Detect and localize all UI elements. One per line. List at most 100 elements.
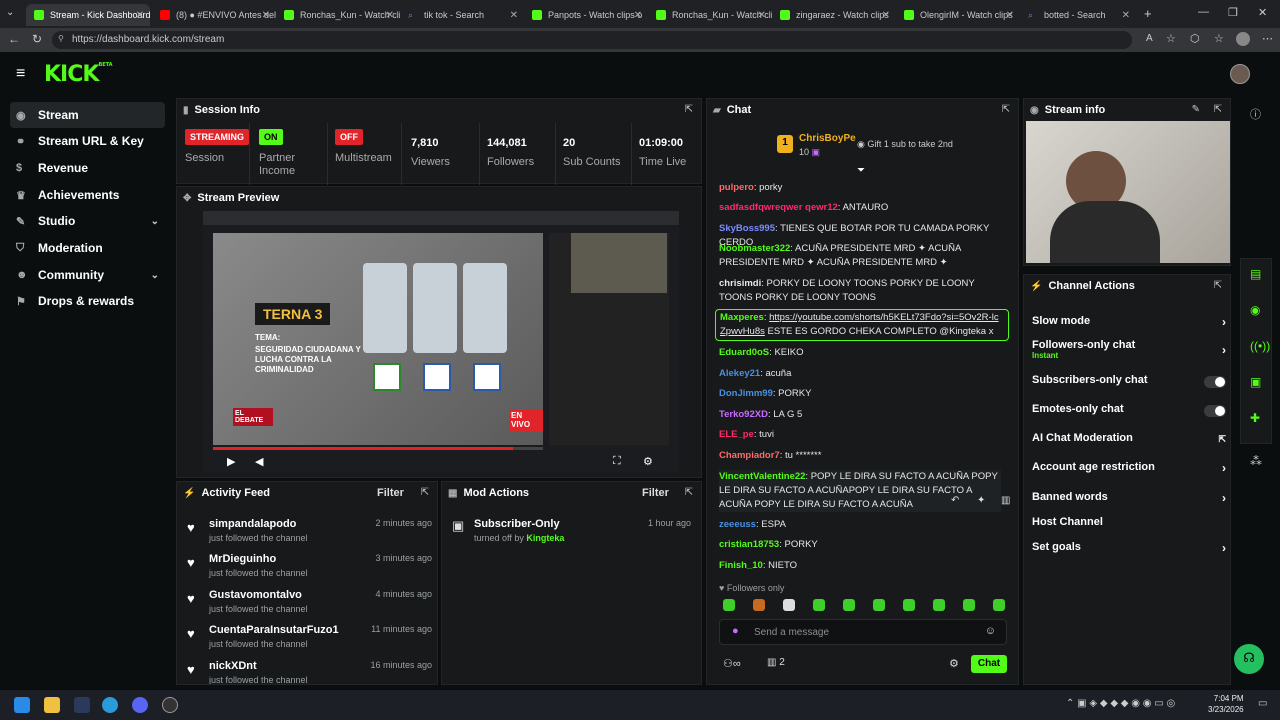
sidebar-item-stream-url-key[interactable]: ⚭ Stream URL & Key — [10, 128, 165, 154]
discord-icon[interactable] — [132, 697, 148, 713]
maximize-button[interactable]: ❐ — [1228, 6, 1238, 19]
follower-name[interactable]: MrDieguinho — [209, 553, 276, 565]
chat-username[interactable]: VincentValentine22 — [719, 471, 805, 482]
close-tab-icon[interactable]: ✕ — [1122, 10, 1130, 21]
chat-username[interactable]: pulpero — [719, 182, 754, 193]
channel-action-account-age[interactable]: Account age restriction › — [1032, 461, 1226, 483]
user-avatar[interactable] — [1230, 64, 1250, 84]
notifications-icon[interactable]: ▭ — [1258, 698, 1267, 709]
close-tab-icon[interactable]: ✕ — [510, 10, 518, 21]
popout-icon[interactable]: ⇱ — [685, 487, 693, 498]
chat-username[interactable]: zeeeuss — [719, 519, 756, 530]
close-tab-icon[interactable]: ✕ — [1006, 10, 1014, 21]
tab-8[interactable]: ⌕ botted - Search ✕ — [1020, 4, 1136, 26]
microphone-icon[interactable]: ● — [732, 625, 739, 637]
chat-input[interactable]: ● Send a message ☺ — [719, 619, 1007, 645]
chat-bubble-icon[interactable]: ◉ — [1250, 303, 1260, 317]
popout-icon[interactable]: ⇱ — [421, 487, 429, 498]
chat-username[interactable]: Finish_10 — [719, 560, 763, 571]
sidebar-item-revenue[interactable]: $ Revenue — [10, 155, 165, 181]
chat-username[interactable]: chrisimdi — [719, 278, 761, 289]
edge-browser-icon[interactable] — [102, 697, 118, 713]
close-tab-icon[interactable]: ✕ — [634, 10, 642, 21]
follower-name[interactable]: nickXDnt — [209, 660, 257, 672]
subscribers-only-toggle[interactable] — [1204, 376, 1226, 388]
chat-settings-icon[interactable]: ⚙ — [949, 657, 959, 670]
stream-preview-video[interactable]: TERNA 3 TEMA: SEGURIDAD CIUDADANA Y LUCH… — [203, 211, 679, 473]
gift-sub-button[interactable]: ◉ Gift 1 sub to take 2nd — [857, 139, 953, 150]
delete-icon[interactable]: ▥ — [1001, 495, 1010, 506]
close-window-button[interactable]: ✕ — [1258, 6, 1267, 19]
url-field[interactable]: ⚲ https://dashboard.kick.com/stream — [52, 31, 1132, 49]
settings-icon[interactable]: ⚙ — [643, 455, 653, 468]
emotes-only-toggle[interactable] — [1204, 405, 1226, 417]
tab-5[interactable]: Ronchas_Kun - Watch cli ✕ — [648, 4, 772, 26]
close-tab-icon[interactable]: ✕ — [262, 10, 270, 21]
sidebar-item-moderation[interactable]: ⛉ Moderation — [10, 235, 165, 261]
emote-icon[interactable] — [783, 599, 795, 611]
emote-icon[interactable] — [933, 599, 945, 611]
chat-username[interactable]: Terko92XD — [719, 409, 768, 420]
steam-icon[interactable] — [74, 697, 90, 713]
minimize-button[interactable]: — — [1198, 6, 1209, 18]
support-button[interactable]: ☊ — [1234, 644, 1264, 674]
play-icon[interactable]: ▶ — [227, 455, 235, 468]
notes-icon[interactable]: ▤ — [1250, 267, 1261, 281]
close-tab-icon[interactable]: ✕ — [882, 10, 890, 21]
close-tab-icon[interactable]: ✕ — [758, 10, 766, 21]
channel-action-slow-mode[interactable]: Slow mode › — [1032, 315, 1226, 337]
emote-icon[interactable] — [873, 599, 885, 611]
sidebar-item-drops-rewards[interactable]: ⚑ Drops & rewards — [10, 288, 165, 314]
chat-username[interactable]: cristian18753 — [719, 539, 779, 550]
profile-avatar[interactable] — [1236, 32, 1250, 46]
send-chat-button[interactable]: Chat — [971, 655, 1007, 673]
channel-action-host-channel[interactable]: Host Channel — [1032, 516, 1226, 538]
more-menu-icon[interactable]: ⋯ — [1262, 32, 1273, 45]
tab-2[interactable]: Ronchas_Kun - Watch cli ✕ — [276, 4, 400, 26]
obs-icon[interactable] — [162, 697, 178, 713]
chat-username[interactable]: Noobmaster322 — [719, 243, 790, 254]
tab-menu-button[interactable]: ⌄ — [6, 7, 14, 18]
top-gifter-name[interactable]: ChrisBoyPe — [799, 133, 856, 144]
broadcast-icon[interactable]: ((•)) — [1250, 339, 1270, 353]
windows-start-icon[interactable] — [14, 697, 30, 713]
layout-icon[interactable]: ▣ — [1250, 375, 1261, 389]
read-aloud-icon[interactable]: A — [1146, 33, 1153, 44]
fullscreen-icon[interactable]: ⛶ — [613, 455, 621, 468]
chat-username[interactable]: Alekey21 — [719, 368, 760, 379]
follower-name[interactable]: CuentaParaInsutarFuzo1 — [209, 624, 339, 636]
emote-icon[interactable] — [963, 599, 975, 611]
popout-icon[interactable]: ⇱ — [1002, 104, 1010, 115]
new-tab-button[interactable]: + — [1144, 6, 1152, 21]
extensions-icon[interactable]: ⬡ — [1190, 32, 1200, 45]
popout-icon[interactable]: ⇱ — [1214, 280, 1222, 291]
video-progress[interactable] — [213, 447, 513, 450]
close-tab-icon[interactable]: ✕ — [386, 10, 394, 21]
hamburger-menu-icon[interactable]: ≡ — [16, 65, 25, 83]
system-tray[interactable]: ⌃ ▣ ◈ ◆ ◆ ◆ ◉ ◉ ▭ ◎ — [1066, 698, 1175, 709]
info-icon[interactable]: ⓘ — [1250, 106, 1261, 122]
chat-username[interactable]: sadfasdfqwreqwer qewr12 — [719, 202, 838, 213]
file-explorer-icon[interactable] — [44, 697, 60, 713]
wrench-icon[interactable]: ✚ — [1250, 411, 1260, 425]
sidebar-item-stream[interactable]: ◉ Stream — [10, 102, 165, 128]
mod-by-user[interactable]: Kingteka — [526, 533, 564, 543]
layout-settings-icon[interactable]: ⁂ — [1250, 454, 1262, 468]
popout-icon[interactable]: ⇱ — [1214, 104, 1222, 115]
emote-icon[interactable] — [753, 599, 765, 611]
sidebar-item-community[interactable]: ☻ Community ⌄ — [10, 262, 165, 288]
tab-4[interactable]: Panpots - Watch clips o ✕ — [524, 4, 648, 26]
pin-icon[interactable]: ✦ — [977, 495, 985, 506]
collapse-icon[interactable]: ⏷ — [857, 165, 865, 176]
edit-icon[interactable]: ✎ — [1192, 104, 1200, 115]
tab-3[interactable]: ⌕ tik tok - Search ✕ — [400, 4, 524, 26]
channel-action-followers-only[interactable]: Followers-only chat Instant › — [1032, 339, 1226, 369]
channel-action-emotes-only[interactable]: Emotes-only chat — [1032, 403, 1226, 425]
tab-6[interactable]: zingaraez - Watch clips ✕ — [772, 4, 896, 26]
channel-action-banned-words[interactable]: Banned words › — [1032, 491, 1226, 513]
volume-icon[interactable]: ◀ — [255, 455, 263, 468]
chat-username[interactable]: Eduard0oS — [719, 347, 769, 358]
emote-icon[interactable] — [993, 599, 1005, 611]
favorites-icon[interactable]: ☆ — [1214, 32, 1224, 45]
emote-icon[interactable] — [723, 599, 735, 611]
